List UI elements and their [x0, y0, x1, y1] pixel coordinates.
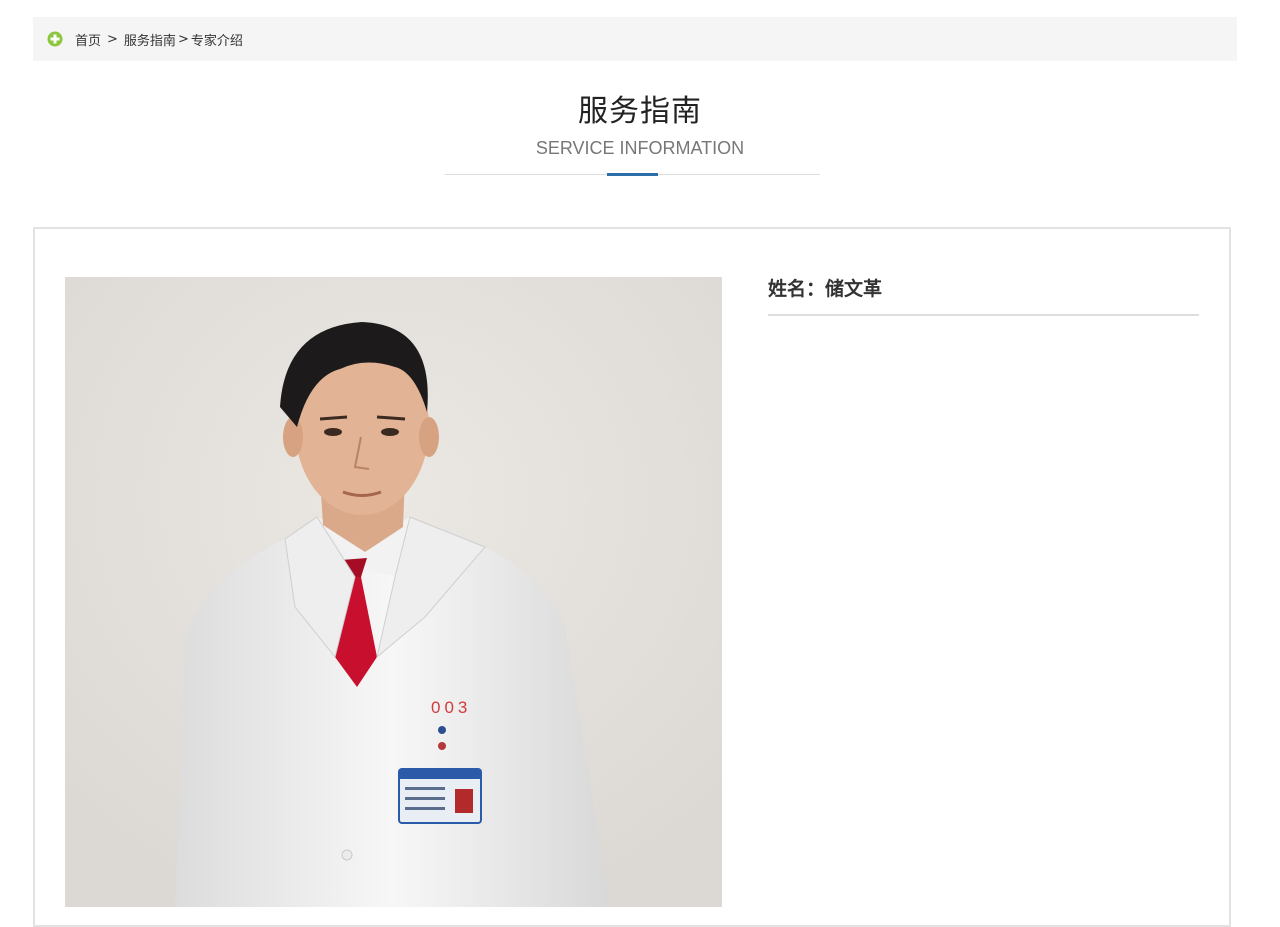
name-divider: [768, 314, 1199, 316]
breadcrumb-separator: >: [107, 31, 118, 47]
doctor-photo: 003: [65, 277, 722, 907]
breadcrumb-home-link[interactable]: 首页: [75, 30, 101, 49]
section-header: 服务指南 SERVICE INFORMATION: [0, 92, 1280, 161]
breadcrumb-section-link[interactable]: 服务指南: [124, 30, 176, 49]
plus-icon: [47, 31, 63, 47]
breadcrumb-separator: >: [177, 31, 189, 47]
page-title: 服务指南: [578, 94, 702, 129]
badge-number: 003: [431, 698, 471, 717]
page-subtitle: SERVICE INFORMATION: [535, 138, 745, 158]
breadcrumb-current[interactable]: 专家介绍: [191, 30, 243, 49]
breadcrumb: 首页 > 服务指南 > 专家介绍: [33, 17, 1237, 61]
doctor-name: 姓名：储文革: [768, 278, 883, 300]
title-accent-bar: [607, 173, 658, 176]
